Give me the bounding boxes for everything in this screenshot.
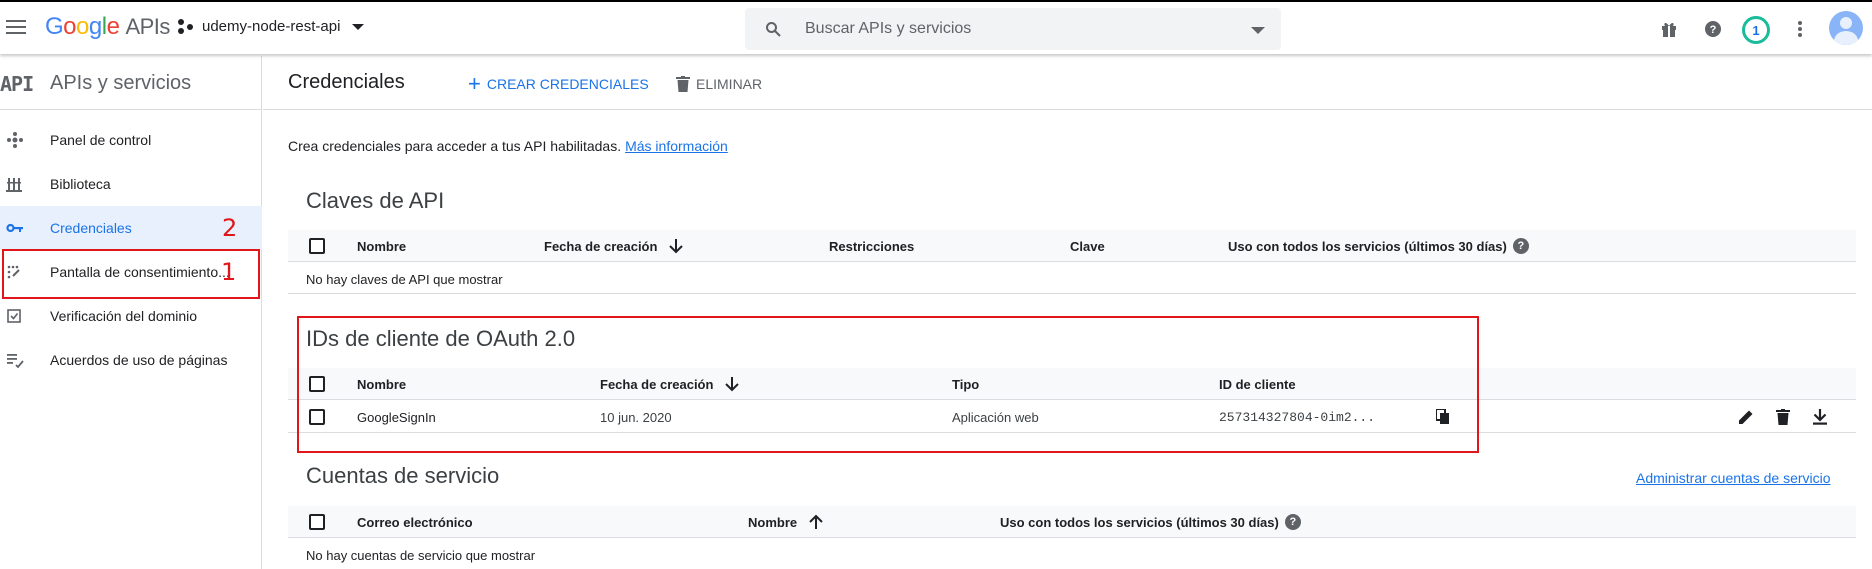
plus-icon: + (468, 71, 481, 96)
domain-check-icon (7, 309, 21, 323)
gift-icon[interactable] (1658, 18, 1680, 40)
client-type: Aplicación web (952, 409, 1039, 425)
page-title: Credenciales (288, 71, 405, 93)
column-header[interactable]: Restricciones (829, 230, 914, 262)
empty-message: No hay claves de API que mostrar (306, 271, 503, 287)
sidebar-item-label: Acuerdos de uso de páginas (50, 352, 228, 368)
oauth-table-header: Nombre Fecha de creación Tipo ID de clie… (288, 368, 1856, 400)
sidebar-item-page-agreements[interactable]: Acuerdos de uso de páginas (0, 338, 262, 382)
column-header[interactable]: Clave (1070, 230, 1105, 262)
search-icon (766, 22, 781, 37)
trash-icon[interactable] (1773, 407, 1793, 427)
key-icon (6, 223, 23, 233)
google-apis-logo[interactable]: Google APIs (45, 13, 170, 41)
notifications-badge[interactable]: 1 (1742, 16, 1770, 44)
arrow-down-icon (725, 376, 740, 392)
client-id: 257314327804-0im2... (1219, 409, 1376, 425)
table-row[interactable]: GoogleSignIn 10 jun. 2020 Aplicación web… (288, 401, 1856, 433)
edit-icon[interactable] (1736, 407, 1756, 427)
page-header: Credenciales + CREAR CREDENCIALES ELIMIN… (263, 56, 1872, 110)
api-keys-table-header: Nombre Fecha de creación Restricciones C… (288, 230, 1856, 262)
menu-icon[interactable] (6, 20, 26, 36)
help-icon[interactable]: ? (1284, 514, 1301, 530)
svg-text:?: ? (1710, 24, 1717, 36)
column-header-name[interactable]: Nombre (748, 506, 823, 538)
sidebar-header: API APIs y servicios (0, 56, 261, 110)
empty-row: No hay cuentas de servicio que mostrar (288, 539, 1856, 569)
sidebar-item-label: Verificación del dominio (50, 308, 198, 324)
oauth-title: IDs de cliente de OAuth 2.0 (306, 326, 576, 351)
sidebar-item-label: Biblioteca (50, 176, 111, 192)
more-vert-icon[interactable] (1789, 18, 1811, 40)
creation-date: 10 jun. 2020 (600, 409, 672, 425)
project-icon (178, 18, 194, 35)
api-logo: API (0, 72, 34, 96)
select-all-checkbox[interactable] (309, 376, 325, 392)
column-header-date[interactable]: Fecha de creación (544, 230, 684, 262)
delete-label: ELIMINAR (696, 76, 763, 92)
create-credentials-button[interactable]: + CREAR CREDENCIALES (468, 70, 649, 98)
sidebar-item-dashboard[interactable]: Panel de control (0, 118, 262, 162)
select-all-checkbox[interactable] (309, 238, 325, 254)
column-header[interactable]: ID de cliente (1219, 368, 1296, 400)
service-accounts-table-header: Correo electrónico Nombre Uso con todos … (288, 506, 1856, 538)
column-header[interactable]: Correo electrónico (357, 506, 473, 538)
arrow-down-icon (669, 238, 684, 254)
download-icon[interactable] (1810, 407, 1830, 427)
column-header[interactable]: Tipo (952, 368, 979, 400)
column-header[interactable]: Nombre (357, 368, 406, 400)
sidebar-item-label: Credenciales (50, 220, 132, 236)
avatar[interactable] (1829, 11, 1863, 45)
create-credentials-label: CREAR CREDENCIALES (486, 76, 649, 92)
page-agreements-icon (7, 354, 24, 368)
intro-text: Crea credenciales para acceder a tus API… (288, 138, 728, 154)
select-all-checkbox[interactable] (309, 514, 325, 530)
column-header[interactable]: Nombre (357, 230, 406, 262)
empty-row: No hay claves de API que mostrar (288, 263, 1856, 294)
sidebar: API APIs y servicios Panel de control Bi… (0, 56, 262, 569)
search-input[interactable] (805, 8, 1225, 50)
client-name[interactable]: GoogleSignIn (357, 401, 436, 433)
dashboard-icon (7, 132, 23, 148)
sidebar-item-label: Pantalla de consentimiento... (50, 264, 230, 280)
annotation-number-one: 1 (221, 258, 237, 286)
api-keys-title: Claves de API (306, 188, 445, 213)
annotation-number-two: 2 (222, 214, 238, 242)
arrow-up-icon (809, 514, 823, 530)
empty-message: No hay cuentas de servicio que mostrar (306, 547, 536, 563)
sidebar-title: APIs y servicios (50, 72, 192, 94)
learn-more-link[interactable]: Más información (625, 138, 728, 154)
sidebar-item-domain-verification[interactable]: Verificación del dominio (0, 294, 262, 338)
column-header-date[interactable]: Fecha de creación (600, 368, 740, 400)
search-dropdown-icon[interactable] (1251, 27, 1265, 34)
service-accounts-title: Cuentas de servicio (306, 463, 500, 488)
project-selector[interactable]: udemy-node-rest-api (178, 18, 365, 35)
column-header-usage[interactable]: Uso con todos los servicios (últimos 30 … (1000, 506, 1301, 538)
chevron-down-icon (352, 23, 365, 30)
top-app-bar: GoogleAPIs udemy-node-rest-api ? 1 (0, 0, 1872, 54)
project-name: udemy-node-rest-api (202, 18, 341, 35)
delete-button[interactable]: ELIMINAR (676, 70, 762, 98)
library-icon (6, 178, 22, 192)
search-bar[interactable] (745, 8, 1281, 50)
row-checkbox[interactable] (309, 409, 325, 425)
sidebar-item-library[interactable]: Biblioteca (0, 162, 262, 206)
help-icon[interactable]: ? (1702, 18, 1724, 40)
column-header-usage[interactable]: Uso con todos los servicios (últimos 30 … (1228, 230, 1529, 262)
sidebar-item-label: Panel de control (50, 132, 152, 148)
copy-icon[interactable] (1433, 407, 1453, 427)
manage-service-accounts-link[interactable]: Administrar cuentas de servicio (1636, 470, 1831, 486)
consent-icon (7, 265, 20, 279)
help-icon[interactable]: ? (1512, 238, 1529, 254)
trash-icon (676, 76, 690, 92)
